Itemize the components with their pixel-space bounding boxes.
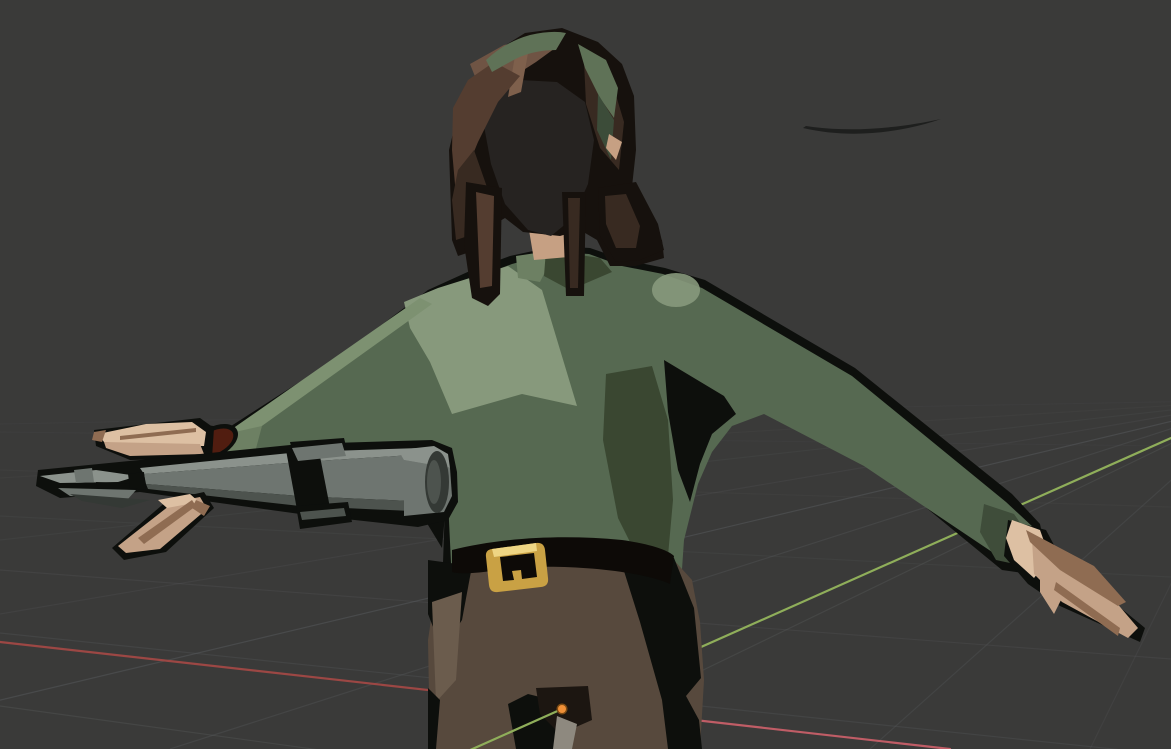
hair-strand-center-core bbox=[568, 198, 580, 288]
weapon-notch bbox=[128, 472, 146, 490]
pants bbox=[428, 552, 704, 749]
3d-viewport-canvas[interactable] bbox=[0, 0, 1171, 749]
shoulder-highlight bbox=[652, 273, 700, 307]
muzzle-box bbox=[74, 468, 94, 483]
weapon-rear-core bbox=[427, 460, 441, 504]
viewport-window bbox=[0, 0, 1171, 749]
origin-marker[interactable] bbox=[557, 704, 568, 715]
origin-marker-dot bbox=[558, 705, 566, 713]
